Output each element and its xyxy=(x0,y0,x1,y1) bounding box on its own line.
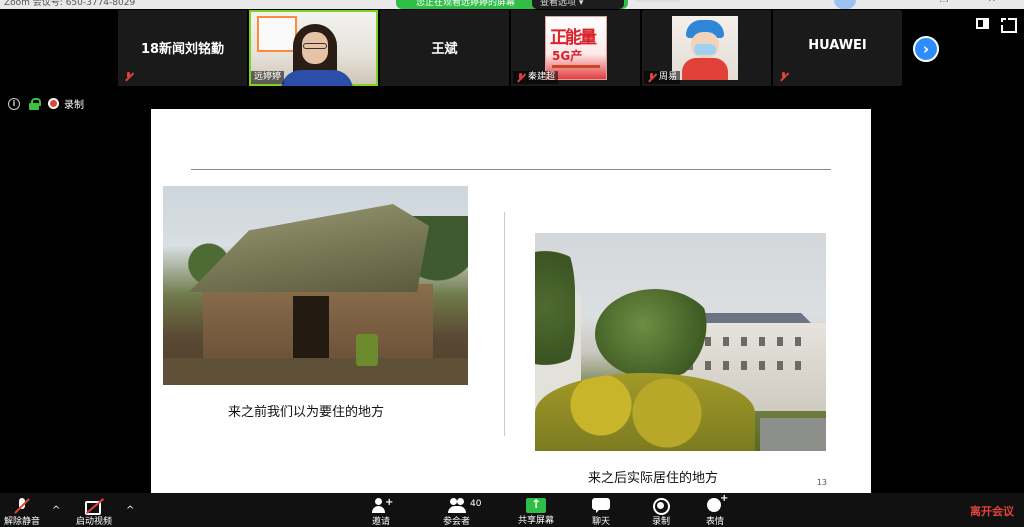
photo-new-residence xyxy=(535,233,826,451)
slide-divider xyxy=(191,169,831,170)
slide-page-number: 13 xyxy=(816,478,827,487)
share-notice-text: 您正在观看远婷婷的屏幕 xyxy=(416,0,516,8)
view-options-button[interactable]: 查看选项 ▾ xyxy=(532,0,624,9)
participant-label: 远婷婷 xyxy=(251,71,285,84)
participant-label: 周易 xyxy=(644,71,681,84)
top-divider xyxy=(636,0,680,2)
reactions-button[interactable]: 表情 xyxy=(706,493,728,525)
share-screen-button[interactable]: 共享屏幕 xyxy=(518,497,554,524)
mic-muted-icon xyxy=(516,72,525,83)
video-options-caret[interactable]: ^ xyxy=(126,505,134,516)
view-controls xyxy=(976,18,1017,33)
caption-before: 来之前我们以为要住的地方 xyxy=(228,405,385,420)
shared-slide: 来之前我们以为要住的地方 来之后实际居住的地方 13 xyxy=(151,109,871,493)
participant-tile-3[interactable]: 王斌 xyxy=(380,10,509,86)
leave-meeting-button[interactable]: 离开会议 xyxy=(970,503,1014,519)
invite-button[interactable]: + 邀请 xyxy=(372,498,393,525)
participant-strip: 18新闻刘铭勤 远婷婷 王斌 正能量 5G产 秦建超 周易 HUAWEI xyxy=(118,10,904,86)
participant-tile-6[interactable]: HUAWEI xyxy=(773,10,902,86)
meeting-id-text: Zoom 会议号: 650-3774-8029 xyxy=(4,0,136,8)
chevron-right-icon: › xyxy=(922,39,930,58)
add-user-icon: + xyxy=(372,498,393,514)
participant-tile-1[interactable]: 18新闻刘铭勤 xyxy=(118,10,247,86)
participant-tile-5[interactable]: 周易 xyxy=(642,10,771,86)
mic-muted-icon xyxy=(13,498,31,514)
next-page-button[interactable]: › xyxy=(913,36,939,62)
window-controls[interactable]: — ❐ ✕ xyxy=(890,0,1014,5)
slide-vertical-divider xyxy=(504,212,505,436)
audio-options-caret[interactable]: ^ xyxy=(52,505,60,516)
recording-indicator[interactable]: 录制 xyxy=(48,96,84,111)
lock-icon[interactable] xyxy=(29,98,41,110)
mic-muted-icon xyxy=(647,72,656,83)
photo-old-house xyxy=(163,186,468,385)
participant-name: 王斌 xyxy=(431,42,458,57)
chat-icon xyxy=(592,498,610,514)
fullscreen-icon[interactable] xyxy=(1001,18,1017,33)
participants-icon xyxy=(447,498,466,514)
record-button[interactable]: 录制 xyxy=(652,498,670,525)
participant-tile-4[interactable]: 正能量 5G产 秦建超 xyxy=(511,10,640,86)
screen-share-notice: 您正在观看远婷婷的屏幕 查看选项 ▾ xyxy=(396,0,628,9)
participant-name: 18新闻刘铭勤 xyxy=(140,42,225,57)
participant-name: HUAWEI xyxy=(808,38,867,53)
info-icon[interactable]: i xyxy=(8,97,20,110)
participant-video xyxy=(672,16,738,80)
layout-toggle-icon[interactable] xyxy=(976,18,989,29)
participant-label: 秦建超 xyxy=(513,71,559,84)
unmute-button[interactable]: 解除静音 xyxy=(4,498,40,525)
share-screen-icon xyxy=(526,497,546,513)
record-icon xyxy=(48,98,59,109)
emoji-icon xyxy=(706,493,728,514)
meeting-status-bar: i 录制 xyxy=(8,96,84,111)
video-off-icon xyxy=(85,498,103,515)
chat-button[interactable]: 聊天 xyxy=(592,498,610,525)
recording-label: 录制 xyxy=(64,100,84,111)
participant-tile-2[interactable]: 远婷婷 xyxy=(249,10,378,86)
participants-button[interactable]: 参会者 xyxy=(443,498,470,525)
start-video-button[interactable]: 启动视频 xyxy=(76,498,112,525)
mic-muted-icon xyxy=(124,72,133,82)
mic-muted-icon xyxy=(779,72,788,82)
participants-count: 40 xyxy=(470,499,482,509)
record-icon xyxy=(652,498,670,515)
meeting-toolbar: 解除静音 ^ 启动视频 ^ + 邀请 参会者 40 共享屏幕 聊天 录制 表情 … xyxy=(0,493,1024,527)
caption-after: 来之后实际居住的地方 xyxy=(588,471,719,486)
